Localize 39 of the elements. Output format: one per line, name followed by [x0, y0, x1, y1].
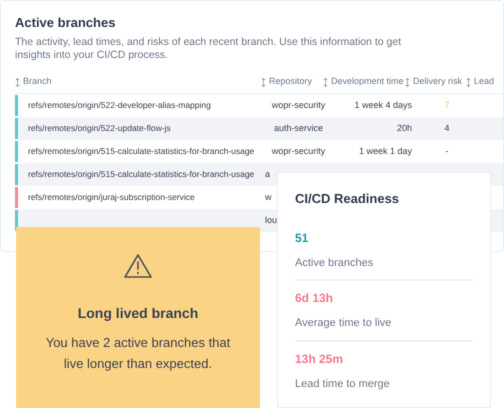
branch-cell: refs/remotes/origin/522-developer-alias-mapping: [28, 100, 211, 110]
column-header[interactable]: Repository: [269, 75, 312, 89]
column-header[interactable]: Lead: [474, 75, 494, 89]
delivery-risk-cell: 4: [444, 122, 450, 133]
metric-value: 51: [295, 230, 310, 246]
section-title: Active branches: [15, 14, 116, 32]
delivery-risk-cell: -: [446, 146, 448, 156]
metric-label: Average time to live: [295, 316, 392, 331]
delivery-risk-cell: 7: [444, 100, 450, 110]
metric-value: 13h 25m: [295, 350, 344, 368]
description: The activity, lead times, and risks of each recent branch. Use this information to get insights into your CI/CD process.: [15, 36, 402, 62]
sort-icon[interactable]: [405, 78, 410, 86]
column-header[interactable]: Branch: [23, 75, 52, 89]
repository-cell: wopr-security: [272, 100, 326, 110]
repository-cell: w: [265, 192, 272, 202]
development-time-cell: 20h: [396, 122, 412, 133]
column-header[interactable]: Delivery risk: [413, 75, 462, 89]
sort-icon[interactable]: [323, 78, 328, 86]
repository-cell: auth-service: [274, 122, 324, 133]
warning-icon: [123, 253, 153, 279]
sort-icon[interactable]: [261, 78, 266, 86]
metric-value: 6d 13h: [295, 290, 334, 307]
alert-title: Long lived branch: [78, 304, 198, 323]
branch-cell: refs/remotes/origin/515-calculate-statistics-for-branch-usage: [28, 168, 254, 179]
development-time-cell: 1 week 1 day: [358, 146, 412, 156]
column-header[interactable]: Development time: [331, 75, 404, 89]
branch-cell: refs/remotes/origin/juraj-subscription-service: [28, 192, 195, 202]
alert-message: You have 2 active branches that live longer than expected.: [44, 334, 232, 373]
sort-icon[interactable]: [466, 78, 471, 86]
branch-cell: refs/remotes/origin/522-update-flow-js: [28, 122, 171, 133]
metric-label: Active branches: [295, 256, 374, 270]
readiness-title: CI/CD Readiness: [295, 190, 400, 208]
branch-cell: refs/remotes/origin/515-calculate-statistics-for-branch-usage: [28, 146, 254, 156]
development-time-cell: 1 week 4 days: [354, 100, 412, 110]
metric-label: Lead time to merge: [295, 376, 391, 392]
repository-cell: lou: [265, 214, 278, 225]
repository-cell: wopr-security: [272, 146, 326, 156]
repository-cell: a: [265, 168, 270, 179]
sort-icon[interactable]: [15, 78, 20, 86]
